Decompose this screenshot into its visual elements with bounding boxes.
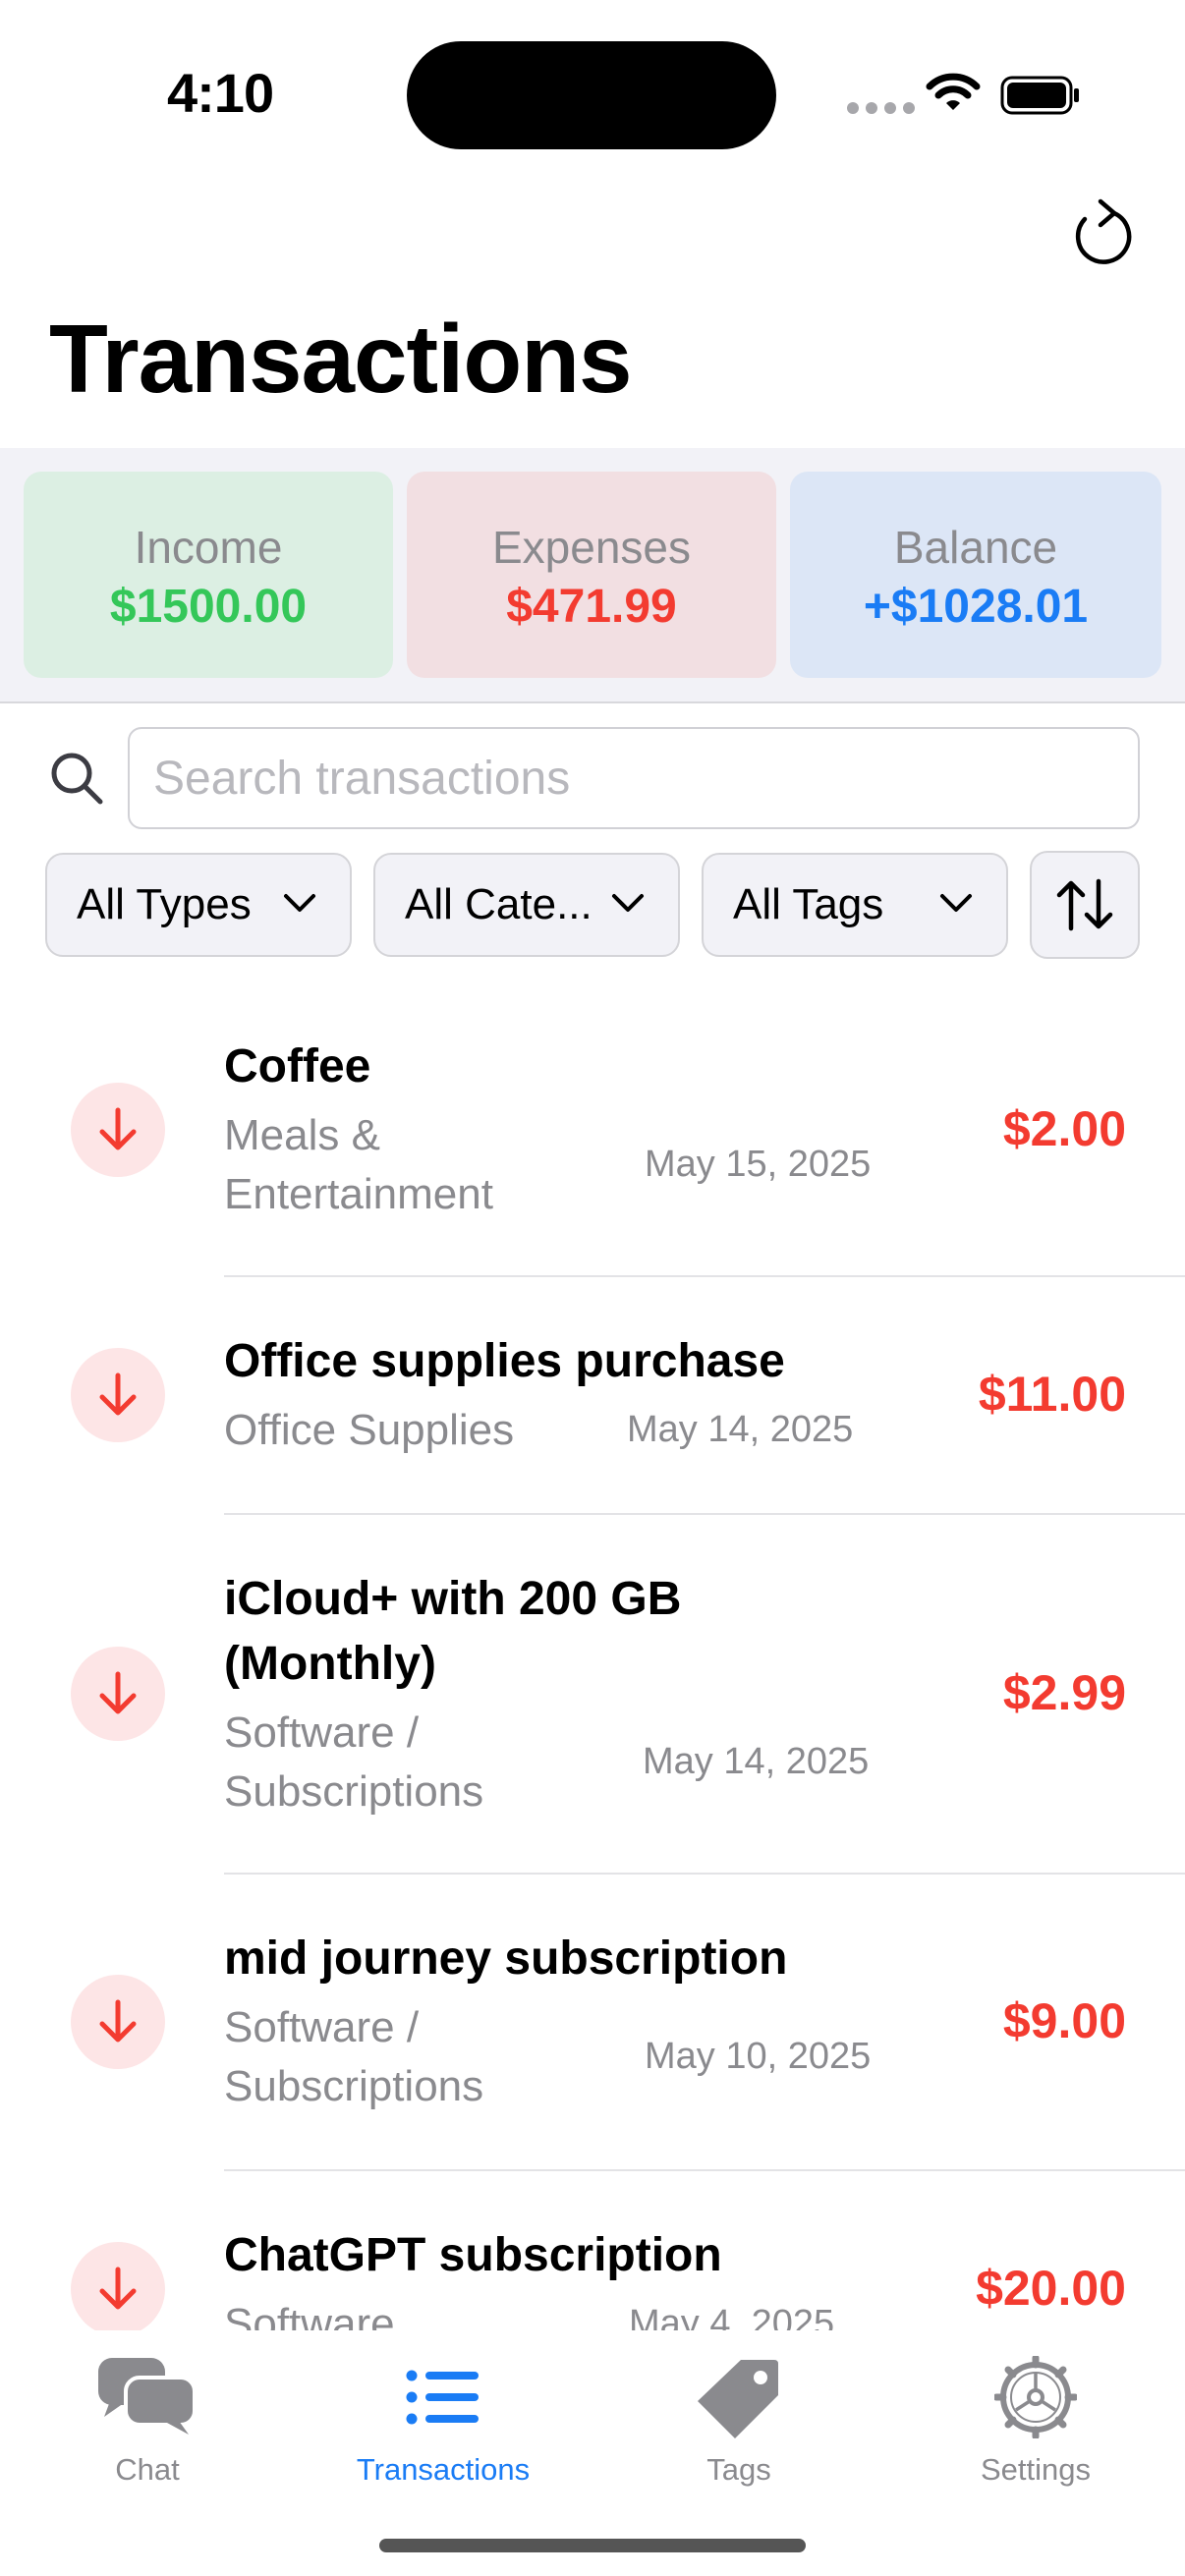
- category-filter-label: All Cate...: [405, 880, 592, 928]
- tag-icon: [698, 2360, 778, 2438]
- income-card: Income $1500.00: [24, 472, 393, 678]
- type-filter-label: All Types: [77, 880, 252, 928]
- sort-icon: [1056, 878, 1113, 931]
- tag-filter-label: All Tags: [733, 880, 884, 928]
- transaction-category: Meals &: [224, 1111, 380, 1159]
- chevron-down-icon: [940, 894, 972, 912]
- transaction-category: Software /: [224, 2003, 420, 2051]
- transaction-category: Entertainment: [224, 1170, 493, 1218]
- transaction-amount: $11.00: [978, 1367, 1126, 1422]
- status-bar: 4:10: [0, 0, 1185, 187]
- arrow-down-icon: [99, 1107, 137, 1150]
- expense-indicator: [71, 1083, 165, 1177]
- transaction-category: Subscriptions: [224, 1767, 484, 1816]
- expenses-card: Expenses $471.99: [407, 472, 776, 678]
- tab-settings-label: Settings: [980, 2452, 1091, 2487]
- battery-icon: [1000, 76, 1079, 115]
- expenses-value: $471.99: [506, 581, 677, 633]
- cellular-signal-icon: [847, 102, 915, 114]
- expense-indicator: [71, 1647, 165, 1741]
- balance-card: Balance +$1028.01: [790, 472, 1161, 678]
- transaction-amount: $9.00: [1002, 1993, 1126, 2048]
- page-title: Transactions: [49, 305, 633, 413]
- tab-transactions[interactable]: Transactions: [296, 2348, 591, 2488]
- transaction-title: mid journey subscription: [224, 1932, 788, 1985]
- tab-settings[interactable]: Settings: [888, 2348, 1183, 2488]
- transaction-row[interactable]: Coffee Meals & Entertainment May 15, 202…: [0, 982, 1185, 1277]
- transaction-category: Software: [224, 2300, 395, 2330]
- transaction-category: Office Supplies: [224, 1406, 515, 1454]
- transaction-date: May 4, 2025: [629, 2303, 835, 2330]
- transaction-date: May 14, 2025: [643, 1741, 870, 1782]
- chevron-down-icon: [612, 894, 644, 912]
- balance-label: Balance: [893, 522, 1058, 573]
- chevron-down-icon: [284, 894, 315, 912]
- search-icon: [51, 753, 103, 805]
- arrow-down-icon: [99, 1999, 137, 2043]
- tab-tags[interactable]: Tags: [592, 2348, 886, 2488]
- income-label: Income: [134, 522, 283, 573]
- expenses-label: Expenses: [491, 522, 691, 573]
- transaction-title: ChatGPT subscription: [224, 2229, 722, 2281]
- expense-indicator: [71, 1348, 165, 1442]
- transaction-list: Coffee Meals & Entertainment May 15, 202…: [0, 982, 1185, 2330]
- refresh-button[interactable]: [1065, 195, 1140, 269]
- type-filter-dropdown[interactable]: All Types: [45, 853, 352, 957]
- transaction-row[interactable]: iCloud+ with 200 GB (Monthly) Software /…: [0, 1515, 1185, 1875]
- tab-tags-label: Tags: [706, 2452, 771, 2487]
- tab-chat[interactable]: Chat: [0, 2348, 295, 2488]
- income-value: $1500.00: [109, 581, 308, 633]
- expense-indicator: [71, 1975, 165, 2069]
- refresh-icon: [1075, 198, 1132, 264]
- category-filter-dropdown[interactable]: All Cate...: [373, 853, 680, 957]
- status-time: 4:10: [167, 62, 274, 124]
- arrow-down-icon: [99, 1671, 137, 1714]
- transaction-date: May 15, 2025: [645, 1144, 872, 1185]
- transaction-category: Subscriptions: [224, 2062, 484, 2110]
- tag-filter-dropdown[interactable]: All Tags: [702, 853, 1008, 957]
- search-input[interactable]: [128, 727, 1140, 829]
- transaction-date: May 10, 2025: [645, 2036, 872, 2077]
- wifi-icon: [926, 73, 981, 110]
- home-indicator: [379, 2539, 806, 2552]
- gear-icon: [994, 2356, 1077, 2438]
- transaction-category: Software /: [224, 1708, 420, 1757]
- dynamic-island: [407, 41, 776, 149]
- tab-chat-label: Chat: [115, 2452, 180, 2487]
- balance-value: +$1028.01: [863, 581, 1089, 633]
- transaction-title: (Monthly): [224, 1638, 436, 1690]
- transaction-title: Office supplies purchase: [224, 1335, 785, 1387]
- transaction-row[interactable]: mid journey subscription Software / Subs…: [0, 1875, 1185, 2171]
- transaction-date: May 14, 2025: [627, 1409, 854, 1450]
- expense-indicator: [71, 2242, 165, 2330]
- summary-section: Income $1500.00 Expenses $471.99 Balance…: [0, 448, 1185, 703]
- transaction-amount: $2.00: [1002, 1101, 1126, 1156]
- transaction-amount: $2.99: [1002, 1665, 1126, 1720]
- list-icon: [406, 2370, 479, 2425]
- tab-transactions-label: Transactions: [356, 2452, 531, 2487]
- sort-button[interactable]: [1030, 851, 1140, 959]
- chat-bubbles-icon: [98, 2358, 197, 2435]
- transaction-title: Coffee: [224, 1040, 371, 1092]
- transaction-title: iCloud+ with 200 GB: [224, 1573, 682, 1625]
- arrow-down-icon: [99, 1372, 137, 1416]
- transaction-row[interactable]: ChatGPT subscription Software May 4, 202…: [0, 2171, 1185, 2330]
- arrow-down-icon: [99, 2267, 137, 2310]
- transaction-amount: $20.00: [976, 2261, 1126, 2316]
- transaction-row[interactable]: Office supplies purchase Office Supplies…: [0, 1277, 1185, 1515]
